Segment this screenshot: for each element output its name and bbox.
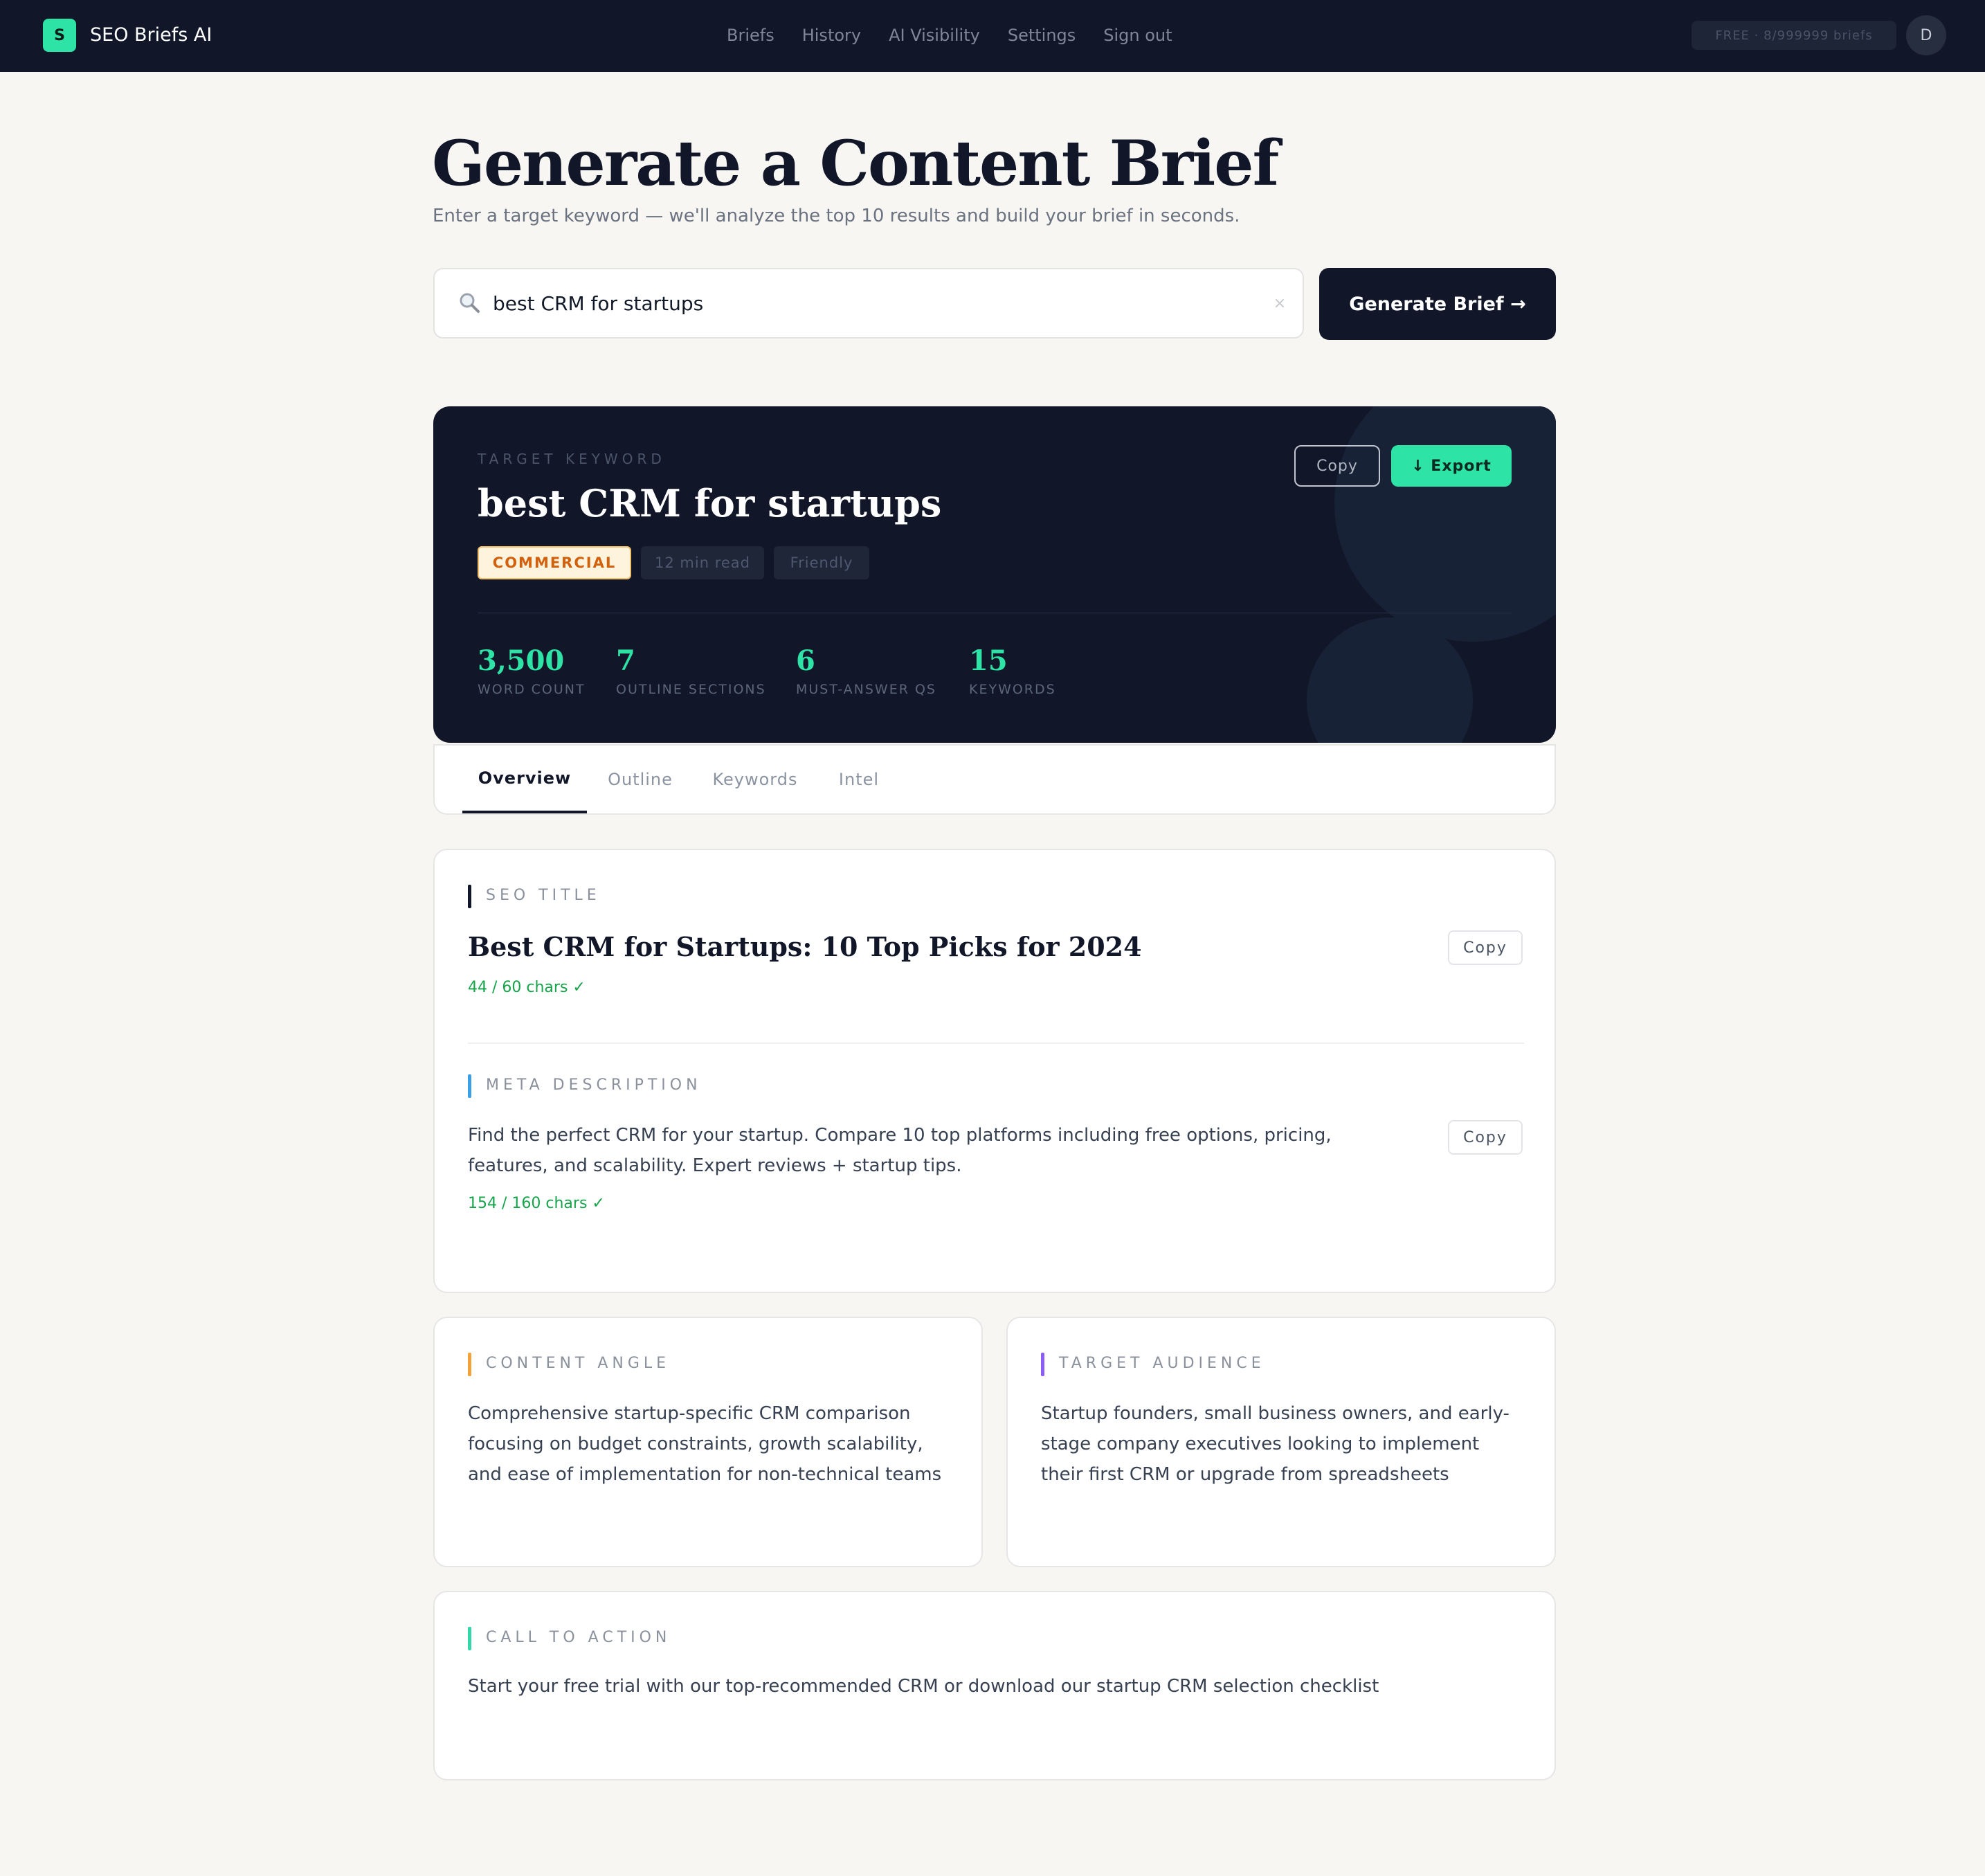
nav-link-history[interactable]: History	[802, 21, 861, 50]
tab-intel[interactable]: Intel	[817, 746, 901, 813]
call-to-action-label-text: CALL TO ACTION	[486, 1629, 671, 1646]
call-to-action-card: CALL TO ACTION Start your free trial wit…	[433, 1591, 1556, 1780]
nav-link-ai-visibility[interactable]: AI Visibility	[889, 21, 980, 50]
call-to-action-text: Start your free trial with our top-recom…	[468, 1676, 1379, 1697]
target-audience-label: TARGET AUDIENCE	[1041, 1351, 1265, 1376]
stat-label: KEYWORDS	[969, 682, 1056, 697]
brief-tabs: Overview Outline Keywords Intel	[433, 744, 1556, 815]
target-audience-text: Startup founders, small business owners,…	[1041, 1403, 1510, 1485]
seo-title-label-text: SEO TITLE	[486, 887, 601, 904]
stat-label: OUTLINE SECTIONS	[616, 682, 766, 697]
nav-link-briefs[interactable]: Briefs	[727, 21, 774, 50]
seo-metadata-card: SEO TITLE Best CRM for Startups: 10 Top …	[433, 849, 1556, 1293]
page-title: Generate a Content Brief	[432, 127, 1279, 200]
search-icon	[460, 293, 480, 313]
accent-bar	[468, 885, 471, 908]
logo-icon[interactable]: S	[43, 19, 76, 52]
tab-keywords[interactable]: Keywords	[694, 746, 817, 813]
meta-description-label: META DESCRIPTION	[468, 1073, 702, 1098]
nav-link-sign-out[interactable]: Sign out	[1103, 21, 1172, 50]
keyword-input[interactable]	[493, 285, 1240, 322]
accent-bar	[468, 1353, 471, 1376]
intent-badge: COMMERCIAL	[478, 546, 631, 579]
call-to-action-label: CALL TO ACTION	[468, 1625, 671, 1650]
copy-brief-button[interactable]: Copy	[1294, 445, 1380, 487]
stat-label: WORD COUNT	[478, 682, 586, 697]
meta-description-label-text: META DESCRIPTION	[486, 1076, 702, 1094]
export-button[interactable]: ↓ Export	[1391, 445, 1512, 487]
brief-summary-card: TARGET KEYWORD best CRM for startups Cop…	[433, 406, 1556, 743]
target-keyword-label: TARGET KEYWORD	[478, 451, 666, 467]
read-time-badge: 12 min read	[641, 546, 764, 579]
stat-outline-sections: 7 OUTLINE SECTIONS	[616, 643, 766, 700]
stat-must-answer-qs: 6 MUST-ANSWER QS	[796, 643, 936, 700]
stat-value: 15	[969, 644, 1008, 677]
seo-title-text: Best CRM for Startups: 10 Top Picks for …	[468, 931, 1142, 962]
avatar[interactable]: D	[1906, 15, 1946, 55]
stat-keywords: 15 KEYWORDS	[969, 643, 1056, 700]
content-angle-label: CONTENT ANGLE	[468, 1351, 670, 1376]
meta-description-char-count: 154 / 160 chars ✓	[468, 1195, 605, 1212]
nav-links: Briefs History AI Visibility Settings Si…	[727, 21, 1172, 50]
generate-brief-button[interactable]: Generate Brief →	[1319, 268, 1556, 340]
tab-outline[interactable]: Outline	[587, 746, 694, 813]
stat-value: 6	[796, 644, 815, 677]
accent-bar	[1041, 1353, 1044, 1376]
tab-overview[interactable]: Overview	[462, 746, 587, 813]
page-subtitle: Enter a target keyword — we'll analyze t…	[433, 206, 1240, 226]
content-angle-label-text: CONTENT ANGLE	[486, 1355, 671, 1372]
plan-badge: FREE · 8/999999 briefs	[1692, 21, 1896, 50]
stat-value: 3,500	[478, 644, 565, 677]
content-angle-card: CONTENT ANGLE Comprehensive startup-spec…	[433, 1317, 983, 1567]
app-name[interactable]: SEO Briefs AI	[90, 21, 212, 50]
divider	[468, 1043, 1524, 1044]
accent-bar	[468, 1074, 471, 1098]
keyword-search-box: ×	[433, 268, 1304, 339]
content-angle-text: Comprehensive startup-specific CRM compa…	[468, 1403, 942, 1485]
copy-meta-description-button[interactable]: Copy	[1448, 1120, 1523, 1155]
tone-badge: Friendly	[774, 546, 869, 579]
clear-icon[interactable]: ×	[1269, 293, 1290, 314]
seo-title-char-count: 44 / 60 chars ✓	[468, 979, 586, 996]
accent-bar	[468, 1627, 471, 1650]
decorative-circle	[1334, 406, 1556, 642]
stat-label: MUST-ANSWER QS	[796, 682, 936, 697]
target-audience-card: TARGET AUDIENCE Startup founders, small …	[1006, 1317, 1556, 1567]
target-audience-label-text: TARGET AUDIENCE	[1059, 1355, 1265, 1372]
stat-value: 7	[616, 644, 635, 677]
stat-word-count: 3,500 WORD COUNT	[478, 643, 586, 700]
nav-link-settings[interactable]: Settings	[1008, 21, 1076, 50]
meta-description-text: Find the perfect CRM for your startup. C…	[468, 1125, 1332, 1176]
target-keyword: best CRM for startups	[478, 481, 942, 525]
top-navbar: S SEO Briefs AI Briefs History AI Visibi…	[0, 0, 1985, 72]
copy-seo-title-button[interactable]: Copy	[1448, 930, 1523, 965]
seo-title-label: SEO TITLE	[468, 883, 601, 908]
